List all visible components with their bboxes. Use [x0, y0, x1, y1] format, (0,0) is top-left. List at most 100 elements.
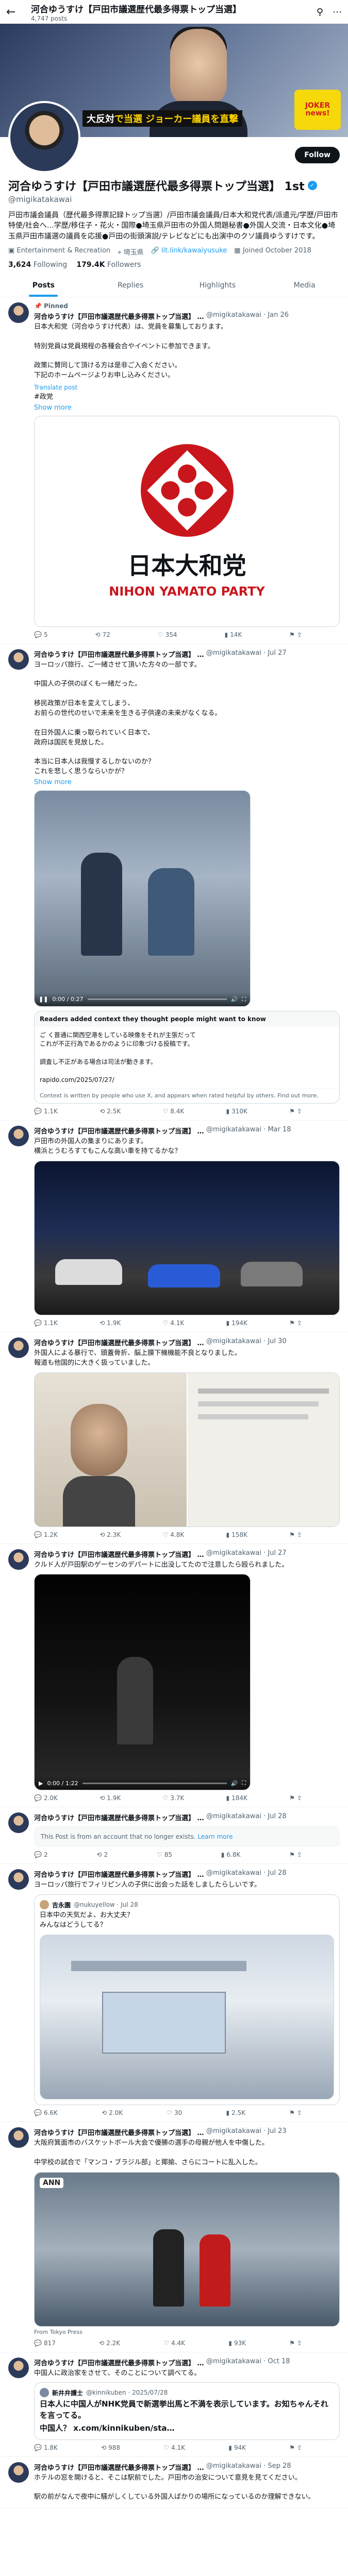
post-image-grid[interactable] [34, 1372, 340, 1527]
views-button[interactable]: ▮ 6.8K [221, 1851, 241, 1858]
post[interactable]: 河合ゆうすけ【戸田市議選歴代最多得票トップ当選】 1st @migikataka… [0, 2457, 348, 2509]
post-avatar[interactable] [8, 302, 29, 323]
repost-button[interactable]: ⟲ 2.0K [102, 2109, 123, 2116]
post-author[interactable]: 河合ゆうすけ【戸田市議選歴代最多得票トップ当選】 1st [34, 2127, 204, 2137]
views-button[interactable]: ▮ 310K [226, 1108, 247, 1115]
like-button[interactable]: ♡ 4.8K [162, 1531, 184, 1538]
repost-button[interactable]: ⟲ 1.9K [100, 1319, 121, 1327]
tab-posts[interactable]: Posts [0, 274, 87, 297]
post[interactable]: 河合ゆうすけ【戸田市議選歴代最多得票トップ当選】 1st @migikataka… [0, 1121, 348, 1332]
reply-button[interactable]: 💬 6.6K [34, 2109, 58, 2116]
video-controls[interactable]: ❚❚ 0:00 / 0:27 🔊 ⛶ [35, 992, 250, 1006]
share-button[interactable]: ⚑ ⇪ [289, 631, 302, 638]
views-button[interactable]: ▮ 158K [226, 1531, 247, 1538]
video-controls[interactable]: ▶ 0:00 / 1:22 🔊 ⛶ [35, 1776, 250, 1790]
post-image[interactable] [34, 1160, 340, 1315]
share-button[interactable]: ⚑ ⇪ [289, 1531, 302, 1538]
profile-link[interactable]: lit.link/kawaiyusuke [161, 247, 227, 255]
post-avatar[interactable] [8, 649, 29, 670]
repost-button[interactable]: ⟲ 988 [101, 2444, 120, 2451]
reply-button[interactable]: 💬 1.1K [34, 1108, 58, 1115]
follow-button[interactable]: Follow [295, 147, 340, 163]
following-count[interactable]: 3,624 Following [8, 261, 67, 269]
repost-button[interactable]: ⟲ 2.2K [99, 2340, 120, 2347]
quote-image[interactable] [40, 1935, 334, 2100]
views-button[interactable]: ▮ 14K [224, 631, 242, 638]
share-button[interactable]: ⚑ ⇪ [289, 2340, 302, 2347]
post-video[interactable]: ❚❚ 0:00 / 0:27 🔊 ⛶ [34, 790, 251, 1007]
profile-avatar[interactable] [8, 101, 80, 173]
post[interactable]: 河合ゆうすけ【戸田市議選歴代最多得票トップ当選】 1st @migikataka… [0, 1332, 348, 1544]
verified-badge-icon[interactable]: ✓ [307, 181, 317, 190]
post-author[interactable]: 河合ゆうすけ【戸田市議選歴代最多得票トップ当選】 1st [34, 311, 204, 321]
quoted-post[interactable]: 吉永園 @nukuyellow · Jul 28 日本中の天気だよ、お大丈夫？ … [34, 1894, 340, 2106]
followers-count[interactable]: 179.4K Followers [76, 261, 141, 269]
like-button[interactable]: ♡ 85 [157, 1851, 172, 1858]
post-image[interactable]: 日本大和党 NIHON YAMATO PARTY [34, 415, 340, 627]
post-avatar[interactable] [8, 1126, 29, 1147]
post-avatar[interactable] [8, 1337, 29, 1358]
post-image[interactable] [35, 1372, 187, 1527]
more-icon[interactable]: ⋯ [333, 7, 342, 18]
post-author[interactable]: 河合ゆうすけ【戸田市議選歴代最多得票トップ当選】 1st [34, 2358, 204, 2367]
post-avatar[interactable] [8, 1812, 29, 1834]
post-hashtag[interactable]: #政党 [34, 393, 340, 402]
repost-button[interactable]: ⟲ 2.5K [100, 1108, 121, 1115]
views-button[interactable]: ▮ 94K [228, 2444, 246, 2451]
share-button[interactable]: ⚑ ⇪ [289, 1319, 302, 1327]
post[interactable]: 河合ゆうすけ【戸田市議選歴代最多得票トップ当選】 1st @migikataka… [0, 2352, 348, 2457]
share-button[interactable]: ⚑ ⇪ [289, 1108, 302, 1115]
like-button[interactable]: ♡ 4.1K [162, 1319, 184, 1327]
share-button[interactable]: ⚑ ⇪ [289, 1851, 302, 1858]
repost-button[interactable]: ⟲ 72 [95, 631, 110, 638]
post-avatar[interactable] [8, 1869, 29, 1890]
share-button[interactable]: ⚑ ⇪ [289, 2109, 302, 2116]
share-button[interactable]: ⚑ ⇪ [289, 1794, 302, 1802]
post[interactable]: 📌 Pinned 河合ゆうすけ【戸田市議選歴代最多得票トップ当選】 1st @m… [0, 297, 348, 644]
reply-button[interactable]: 💬 817 [34, 2340, 56, 2347]
show-more-link[interactable]: Show more [34, 778, 340, 786]
repost-button[interactable]: ⟲ 1.9K [100, 1794, 121, 1802]
post[interactable]: 河合ゆうすけ【戸田市議選歴代最多得票トップ当選】 1st @migikataka… [0, 2122, 348, 2352]
post-author[interactable]: 河合ゆうすけ【戸田市議選歴代最多得票トップ当選】 1st [34, 1549, 204, 1559]
views-button[interactable]: ▮ 194K [226, 1319, 247, 1327]
post-author[interactable]: 河合ゆうすけ【戸田市議選歴代最多得票トップ当選】 1st [34, 1869, 204, 1879]
reply-button[interactable]: 💬 1.2K [34, 1531, 58, 1538]
like-button[interactable]: ♡ 8.4K [162, 1108, 184, 1115]
post-author[interactable]: 河合ゆうすけ【戸田市議選歴代最多得票トップ当選】 1st [34, 649, 204, 659]
post-author[interactable]: 河合ゆうすけ【戸田市議選歴代最多得票トップ当選】 1st [34, 1812, 204, 1822]
post-author[interactable]: 河合ゆうすけ【戸田市議選歴代最多得票トップ当選】 1st [34, 1337, 204, 1347]
post[interactable]: 河合ゆうすけ【戸田市議選歴代最多得票トップ当選】 1st @migikataka… [0, 1807, 348, 1865]
post-avatar[interactable] [8, 1549, 29, 1570]
community-note[interactable]: Readers added context they thought peopl… [34, 1010, 340, 1104]
tab-media[interactable]: Media [261, 274, 348, 297]
learn-more-link[interactable]: Learn more [197, 1833, 233, 1840]
post-avatar[interactable] [8, 2462, 29, 2483]
views-button[interactable]: ▮ 93K [228, 2340, 246, 2347]
back-arrow-icon[interactable]: ← [6, 6, 22, 19]
like-button[interactable]: ♡ 354 [158, 631, 177, 638]
repost-button[interactable]: ⟲ 2.3K [100, 1531, 121, 1538]
post-video[interactable]: ANN [34, 2172, 340, 2327]
like-button[interactable]: ♡ 30 [167, 2109, 182, 2116]
reply-button[interactable]: 💬 1.1K [34, 1319, 58, 1327]
like-button[interactable]: ♡ 3.7K [162, 1794, 184, 1802]
like-button[interactable]: ♡ 4.1K [163, 2444, 185, 2451]
post-author[interactable]: 河合ゆうすけ【戸田市議選歴代最多得票トップ当選】 1st [34, 2462, 204, 2472]
post-image[interactable] [187, 1372, 339, 1527]
post-author[interactable]: 河合ゆうすけ【戸田市議選歴代最多得票トップ当選】 1st [34, 1126, 204, 1136]
reply-button[interactable]: 💬 2.0K [34, 1794, 58, 1802]
post[interactable]: 河合ゆうすけ【戸田市議選歴代最多得票トップ当選】 1st @migikataka… [0, 1544, 348, 1808]
post-avatar[interactable] [8, 2357, 29, 2378]
translate-link[interactable]: Translate post [34, 384, 340, 391]
tab-highlights[interactable]: Highlights [174, 274, 261, 297]
reply-button[interactable]: 💬 5 [34, 631, 48, 638]
post-avatar[interactable] [8, 2127, 29, 2148]
tab-replies[interactable]: Replies [87, 274, 174, 297]
post[interactable]: 河合ゆうすけ【戸田市議選歴代最多得票トップ当選】 1st @migikataka… [0, 644, 348, 1121]
reply-button[interactable]: 💬 2 [34, 1851, 48, 1858]
repost-button[interactable]: ⟲ 2 [96, 1851, 108, 1858]
share-button[interactable]: ⚑ ⇪ [289, 2444, 302, 2451]
like-button[interactable]: ♡ 4.4K [163, 2340, 185, 2347]
show-more-link[interactable]: Show more [34, 404, 340, 412]
